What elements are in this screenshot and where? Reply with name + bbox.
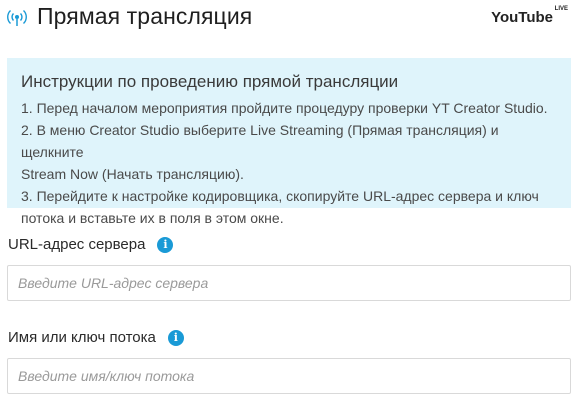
stream-key-label: Имя или ключ потока i bbox=[8, 329, 184, 346]
page-title: Прямая трансляция bbox=[37, 3, 253, 29]
instructions-panel: Инструкции по проведению прямой трансляц… bbox=[7, 58, 571, 226]
youtube-live-logo: YouTube LIVE bbox=[491, 6, 568, 27]
instruction-line: 2. В меню Creator Studio выберите Live S… bbox=[21, 122, 499, 160]
instruction-line: Stream Now (Начать трансляцию). bbox=[21, 166, 244, 182]
instruction-line: 1. Перед началом мероприятия пройдите пр… bbox=[21, 100, 548, 116]
brand-name: YouTube bbox=[491, 9, 553, 26]
server-url-input[interactable] bbox=[7, 265, 571, 301]
server-url-label-text: URL-адрес сервера bbox=[8, 236, 146, 253]
instructions-title: Инструкции по проведению прямой трансляц… bbox=[21, 72, 399, 91]
server-url-label: URL-адрес сервера i bbox=[8, 236, 174, 253]
stream-key-label-text: Имя или ключ потока bbox=[8, 329, 156, 346]
instruction-line: 3. Перейдите к настройке кодировщика, ск… bbox=[21, 188, 539, 204]
broadcast-icon bbox=[7, 9, 27, 26]
info-icon[interactable]: i bbox=[167, 330, 184, 346]
instruction-line: потока и вставьте их в поля в этом окне. bbox=[21, 210, 284, 226]
stream-key-input[interactable] bbox=[7, 358, 571, 394]
info-icon[interactable]: i bbox=[157, 237, 174, 253]
header: Прямая трансляция YouTube LIVE bbox=[0, 0, 578, 40]
brand-suffix: LIVE bbox=[554, 6, 568, 12]
